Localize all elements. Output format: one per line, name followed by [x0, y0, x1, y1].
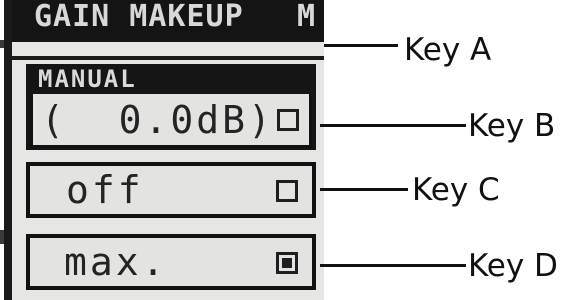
key-a-label: Key A [404, 32, 492, 68]
checkbox-icon [276, 180, 298, 202]
header-title: GAIN MAKEUP [34, 0, 244, 34]
key-a-leader-line [324, 44, 398, 47]
screen-bezel [4, 0, 12, 300]
gain-value-text: ( 0.0dB) [41, 97, 274, 142]
key-b-leader-line [320, 124, 466, 127]
off-button[interactable]: off [26, 162, 316, 218]
key-c-label: Key C [412, 172, 500, 208]
gain-value-button[interactable]: ( 0.0dB) [30, 94, 312, 148]
off-text: off [66, 168, 144, 212]
key-c-leader-line [320, 188, 408, 191]
max-text: max. [64, 240, 168, 284]
checkbox-icon [277, 109, 299, 131]
screen-header[interactable]: GAIN MAKEUP M [12, 0, 324, 42]
header-mode: M [296, 0, 316, 34]
divider [12, 56, 324, 60]
section-label: MANUAL [38, 65, 137, 93]
key-d-leader-line [320, 264, 466, 267]
key-b-label: Key B [468, 108, 556, 144]
bezel-mark [0, 230, 4, 244]
lcd-screen: GAIN MAKEUP M MANUAL ( 0.0dB) off max. [4, 0, 324, 300]
max-button[interactable]: max. [26, 234, 316, 290]
key-d-label: Key D [468, 248, 558, 284]
bezel-mark [0, 40, 4, 48]
checked-checkbox-icon [276, 252, 298, 274]
